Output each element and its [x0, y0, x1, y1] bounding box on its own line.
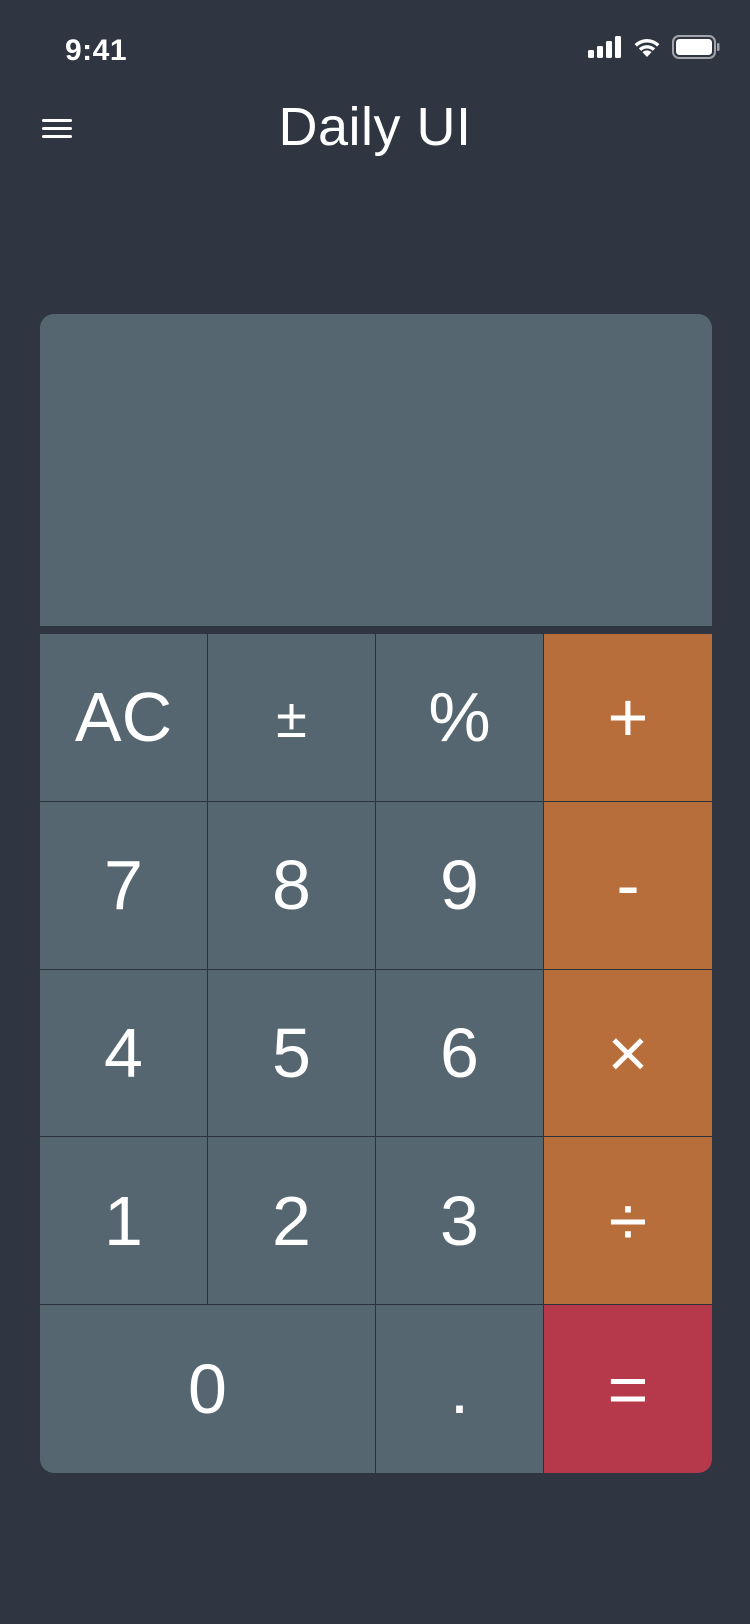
equals-button[interactable]: =	[544, 1305, 712, 1473]
all-clear-button[interactable]: AC	[40, 634, 208, 802]
digit-4-button[interactable]: 4	[40, 969, 208, 1138]
calculator: AC ± % + 7 8 9 - 4 5 6 × 1 2 3 ÷ 0 . =	[40, 314, 712, 1473]
keypad: AC ± % + 7 8 9 - 4 5 6 × 1 2 3 ÷ 0 . =	[40, 634, 712, 1473]
divide-button[interactable]: ÷	[544, 1137, 712, 1306]
digit-9-button[interactable]: 9	[376, 801, 544, 970]
decimal-point-button[interactable]: .	[376, 1305, 544, 1473]
digit-1-button[interactable]: 1	[40, 1137, 208, 1306]
calculator-display	[40, 314, 712, 626]
subtract-button[interactable]: -	[544, 801, 712, 970]
plus-minus-button[interactable]: ±	[208, 634, 376, 802]
status-icons	[588, 34, 720, 60]
status-time: 9:41	[65, 34, 128, 67]
calculator-screen: 9:41 Daily UI AC ± % + 7 8 9 - 4 5 6 × 1…	[0, 0, 750, 1624]
page-title: Daily UI	[278, 97, 472, 157]
add-button[interactable]: +	[544, 634, 712, 802]
cellular-signal-icon	[588, 36, 621, 58]
percent-button[interactable]: %	[376, 634, 544, 802]
multiply-button[interactable]: ×	[544, 969, 712, 1138]
digit-5-button[interactable]: 5	[208, 969, 376, 1138]
battery-icon	[672, 35, 720, 59]
wifi-icon	[634, 38, 660, 57]
digit-8-button[interactable]: 8	[208, 801, 376, 970]
digit-0-button[interactable]: 0	[40, 1305, 376, 1473]
digit-6-button[interactable]: 6	[376, 969, 544, 1138]
digit-7-button[interactable]: 7	[40, 801, 208, 970]
digit-3-button[interactable]: 3	[376, 1137, 544, 1306]
digit-2-button[interactable]: 2	[208, 1137, 376, 1306]
